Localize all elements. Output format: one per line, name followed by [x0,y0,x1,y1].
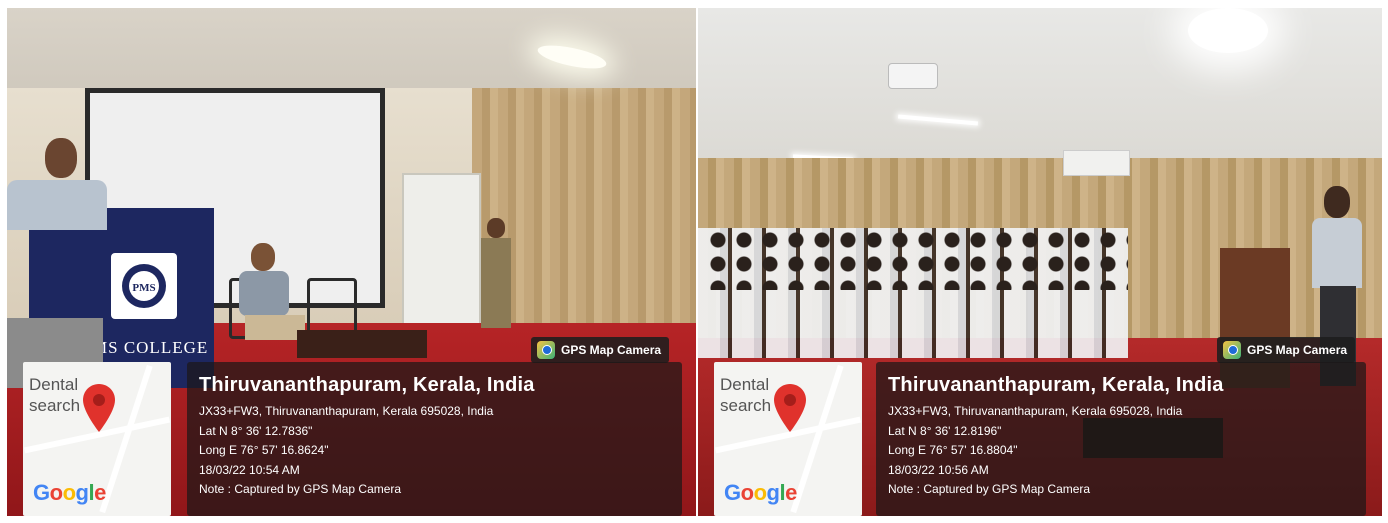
gps-map-camera-badge: GPS Map Camera [1217,337,1356,363]
air-conditioner [1063,150,1130,176]
map-place-label: Dental search [29,375,81,415]
timestamp: 18/03/22 10:54 AM [199,462,300,477]
latitude: Lat N 8° 36' 12.7836" [199,423,313,438]
gps-badge-label: GPS Map Camera [1247,343,1348,357]
location-address: JX33+FW3, Thiruvananthapuram, Kerala 695… [888,404,1183,418]
gps-camera-app-icon [1223,341,1241,359]
capture-note: Note : Captured by GPS Map Camera [199,482,402,496]
projector [888,63,938,89]
speaker-person [7,138,107,230]
door [402,173,481,337]
guard-person [479,218,513,328]
map-pin-icon [83,384,115,432]
location-address: JX33+FW3, Thiruvananthapuram, Kerala 695… [199,404,494,418]
ceiling [698,8,1382,178]
svg-text:PMS: PMS [132,282,155,294]
side-table [297,330,427,358]
capture-note: Note : Captured by GPS Map Camera [888,482,1091,496]
map-pin-icon [774,384,806,432]
gps-camera-app-icon [537,341,555,359]
gps-badge-label: GPS Map Camera [561,343,662,357]
timestamp: 18/03/22 10:56 AM [888,462,989,477]
gps-map-camera-badge: GPS Map Camera [531,337,670,363]
college-emblem: PMS [111,253,177,319]
photo-right: GPS Map Camera Dental search Google Thir… [698,8,1382,516]
audience-heads [708,230,1128,290]
podium-text: MS COLLEGE [92,338,209,357]
google-logo: Google [724,480,797,505]
map-thumbnail: Dental search Google [714,362,862,516]
location-city: Thiruvananthapuram, Kerala, India [199,374,535,396]
longitude: Long E 76° 57' 16.8624" [199,443,329,457]
photo-left: PMS MS COLLEGE GPS Map Camera Dental sea… [7,8,696,516]
location-info-panel: Thiruvananthapuram, Kerala, India JX33+F… [876,362,1366,516]
longitude: Long E 76° 57' 16.8804" [888,443,1018,457]
latitude: Lat N 8° 36' 12.8196" [888,423,1002,438]
google-logo: Google [33,480,106,505]
ceiling-light [1188,8,1268,53]
location-info-panel: Thiruvananthapuram, Kerala, India JX33+F… [187,362,682,516]
seated-person [235,243,305,343]
map-place-label: Dental search [720,375,772,415]
location-city: Thiruvananthapuram, Kerala, India [888,374,1224,396]
map-thumbnail: Dental search Google [23,362,171,516]
